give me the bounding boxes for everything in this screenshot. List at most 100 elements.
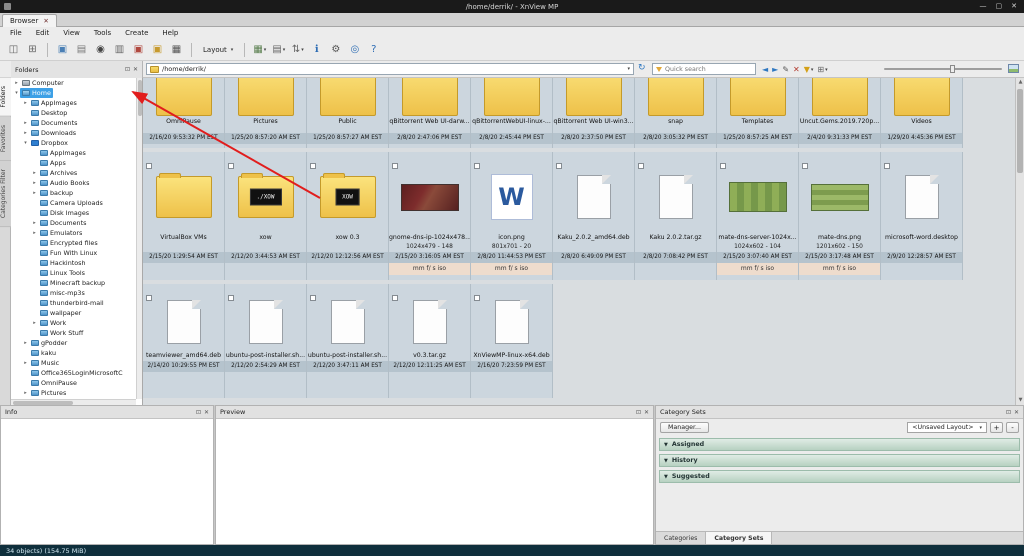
tree-item-archives[interactable]: ▸Archives [11,168,136,178]
expand-arrow-icon[interactable]: ▾ [13,90,20,96]
filter-dropdown-icon[interactable]: ▼▾ [804,65,814,74]
side-tab-categories-filter[interactable]: Categories Filter [0,161,11,227]
tree-item-emulators[interactable]: ▸Emulators [11,228,136,238]
tree-item-downloads[interactable]: ▸Downloads [11,128,136,138]
minimize-button[interactable]: — [980,0,987,13]
grid-item[interactable]: ubuntu-post-installer.sh...2/12/20 3:47:… [307,284,389,398]
menu-view[interactable]: View [56,29,87,37]
grid-item[interactable]: XOWxow 0.32/12/20 12:12:56 AM EST [307,152,389,280]
expand-arrow-icon[interactable]: ▸ [31,190,38,196]
tree-item-gpodder[interactable]: ▸gPodder [11,338,136,348]
grid-item[interactable]: Kaku 2.0.2.tar.gz2/8/20 7:08:42 PM EST [635,152,717,280]
layout-select[interactable]: <Unsaved Layout> ▾ [907,422,987,433]
tree-item-dropbox[interactable]: ▾Dropbox [11,138,136,148]
expand-arrow-icon[interactable]: ▸ [31,220,38,226]
grid-item[interactable]: v0.3.tar.gz2/12/20 12:11:25 AM EST [389,284,471,398]
expand-arrow-icon[interactable]: ▸ [31,230,38,236]
grid-item[interactable]: qBittorrent Web UI-win3...2/8/20 2:37:50… [553,78,635,148]
grid-item[interactable]: snap2/8/20 3:05:32 PM EST [635,78,717,148]
panel-float-icon[interactable]: ⊡ [196,409,201,416]
address-combo[interactable]: /home/derrik/ ▾ [146,63,634,75]
tab-category-sets[interactable]: Category Sets [706,532,772,544]
menu-help[interactable]: Help [155,29,185,37]
tree-item-kaku[interactable]: kaku [11,348,136,358]
tab-close-icon[interactable]: ✕ [43,17,48,25]
address-dropdown-icon[interactable]: ▾ [627,66,630,72]
tab-browser[interactable]: Browser ✕ [2,14,57,27]
panel-float-icon[interactable]: ⊡ [1006,409,1011,416]
grid-item[interactable]: Wicon.png801x701 - 202/8/20 11:44:53 PM … [471,152,553,280]
print-icon[interactable]: ▥ [111,41,128,58]
new-browser-icon[interactable]: ⊞ [24,41,41,58]
grid-item[interactable]: gnome-dns-ip-1024x478...1024x479 - 1482/… [389,152,471,280]
sort-dropdown[interactable]: ⇅▾ [289,41,306,58]
grid-item[interactable]: Videos1/29/20 4:45:36 PM EST [881,78,963,148]
capture-image-icon[interactable]: ▣ [149,41,166,58]
web-icon[interactable]: ◎ [346,41,363,58]
tree-item-omnipause[interactable]: OmniPause [11,378,136,388]
expand-arrow-icon[interactable]: ▸ [31,320,38,326]
refresh-icon[interactable]: ↻ [638,63,646,73]
category-section-history[interactable]: ▼History [659,454,1020,467]
side-tab-favorites[interactable]: Favorites [0,117,11,161]
thumbnail-zoom-slider[interactable] [884,63,1002,75]
expand-arrow-icon[interactable]: ▸ [22,390,29,396]
tree-item-appimages[interactable]: ▸AppImages [11,98,136,108]
expand-arrow-icon[interactable]: ▸ [31,170,38,176]
thumbnails-view-dropdown[interactable]: ▦▾ [251,41,268,58]
panel-close-icon[interactable]: ✕ [1014,409,1019,416]
maximize-button[interactable]: ▢ [996,0,1003,13]
search-input[interactable] [665,66,752,73]
menu-create[interactable]: Create [118,29,155,37]
tree-item-appimages[interactable]: AppImages [11,148,136,158]
photo-icon[interactable]: ▣ [54,41,71,58]
expand-arrow-icon[interactable]: ▸ [22,100,29,106]
category-section-suggested[interactable]: ▼Suggested [659,470,1020,483]
expand-arrow-icon[interactable]: ▸ [22,360,29,366]
expand-arrow-icon[interactable]: ▸ [31,180,38,186]
expand-arrow-icon[interactable]: ▾ [22,140,29,146]
view-options-dropdown-icon[interactable]: ⊞▾ [817,65,827,74]
tree-item-disk-images[interactable]: Disk Images [11,208,136,218]
tree-item-pictures[interactable]: ▸Pictures [11,388,136,398]
expand-arrow-icon[interactable]: ▸ [22,120,29,126]
layout-dropdown[interactable]: Layout▾ [198,44,238,56]
tree-item-camera-uploads[interactable]: Camera Uploads [11,198,136,208]
tree-item-apps[interactable]: Apps [11,158,136,168]
grid-item[interactable]: teamviewer_amd64.deb2/14/20 10:29:55 PM … [143,284,225,398]
find-icon[interactable]: ◉ [92,41,109,58]
tree-vertical-scrollbar[interactable] [136,78,142,399]
tree-item-hackintosh[interactable]: Hackintosh [11,258,136,268]
grid-item[interactable]: mate-dns-server-1024x...1024x602 - 1042/… [717,152,799,280]
back-icon[interactable]: ◄ [762,65,768,74]
panel-close-icon[interactable]: ✕ [204,409,209,416]
edit-path-icon[interactable]: ✎ [782,65,789,74]
scrollbar-thumb[interactable] [1017,89,1023,173]
close-button[interactable]: ✕ [1011,0,1017,13]
menu-tools[interactable]: Tools [87,29,118,37]
tree-item-misc-mp3s[interactable]: misc-mp3s [11,288,136,298]
tree-item-documents[interactable]: ▸Documents [11,218,136,228]
grid-item[interactable]: Uncut.Gems.2019.720p...2/4/20 9:31:33 PM… [799,78,881,148]
scroll-down-icon[interactable]: ▼ [1016,396,1024,405]
manager-button[interactable]: Manager... [660,422,709,433]
convert-image-icon[interactable]: ▣ [130,41,147,58]
tree-item-audio-books[interactable]: ▸Audio Books [11,178,136,188]
menu-edit[interactable]: Edit [29,29,57,37]
grid-item[interactable]: microsoft-word.desktop2/9/20 12:28:57 AM… [881,152,963,280]
panel-float-icon[interactable]: ⊡ [125,66,130,73]
grid-item[interactable]: ./XOWxow2/12/20 3:44:53 AM EST [225,152,307,280]
tree-item-backup[interactable]: ▸backup [11,188,136,198]
tree-item-office365loginmicrosoftc[interactable]: Office365LoginMicrosoftC [11,368,136,378]
info-icon[interactable]: ℹ [308,41,325,58]
tree-item-linux-tools[interactable]: Linux Tools [11,268,136,278]
scroll-up-icon[interactable]: ▲ [1016,78,1024,87]
tree-item-home[interactable]: ▾Home [11,88,136,98]
expand-arrow-icon[interactable]: ▸ [22,130,29,136]
grid-item[interactable]: OmniPause2/16/20 9:53:32 PM EST [143,78,225,148]
tree-item-work-stuff[interactable]: Work Stuff [11,328,136,338]
tree-item-computer[interactable]: ▸Computer [11,78,136,88]
slideshow-icon[interactable]: ▦ [168,41,185,58]
tree-item-wallpaper[interactable]: wallpaper [11,308,136,318]
expand-arrow-icon[interactable]: ▸ [13,80,20,86]
